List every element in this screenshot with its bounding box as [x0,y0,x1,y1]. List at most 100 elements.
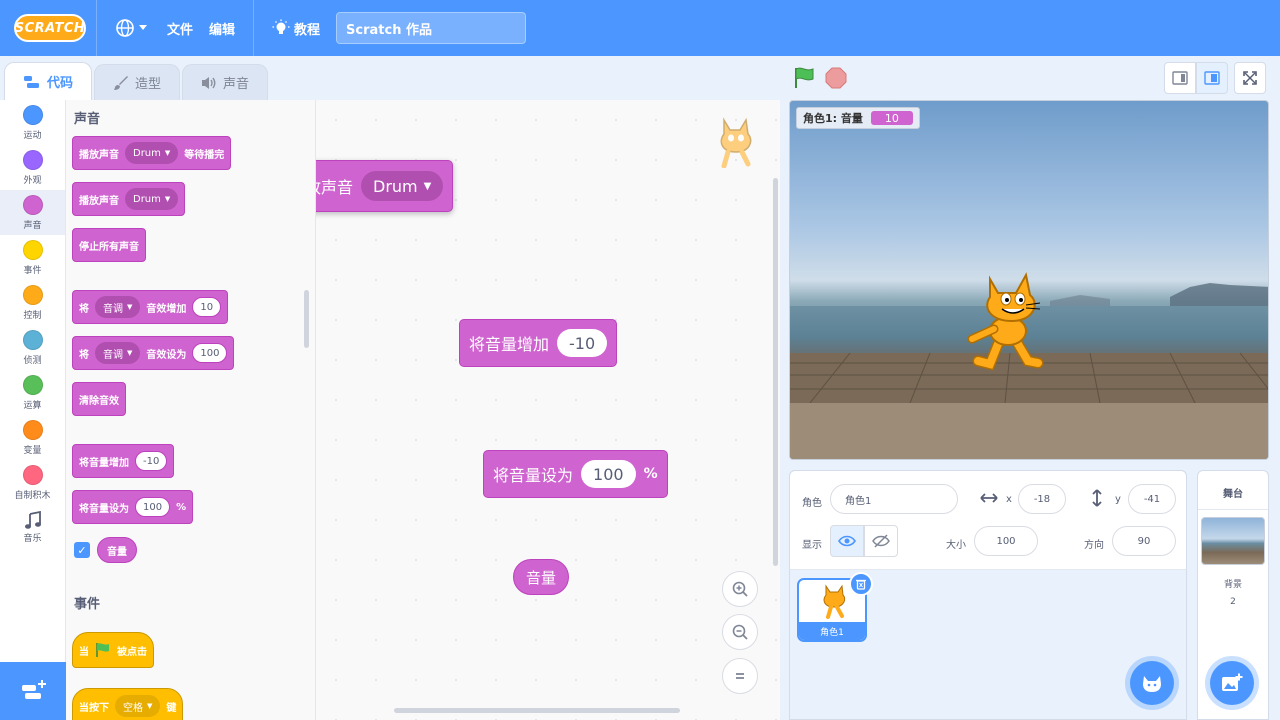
file-menu[interactable]: 文件 [159,0,201,56]
category-dot [22,149,43,170]
code-workspace[interactable]: 播放声音 Drum ▼ 将音量增加 -10 将音量设为 100 % 音量 [316,100,780,720]
category-music[interactable]: 音乐 [0,505,65,550]
number-input[interactable]: 100 [135,497,171,517]
category-operators[interactable]: 运算 [0,370,65,415]
menu-bar: SCRATCH 文件 编辑 教程 Scratch 作品 [0,0,1280,56]
number-input[interactable]: 100 [192,343,228,363]
block-play-sound-until-done[interactable]: 播放声音 Drum ▼ 等待播完 [72,136,232,170]
block-set-effect[interactable]: 将 音调 ▼ 音效设为 100 [72,336,235,370]
zoom-out-button[interactable] [722,614,758,650]
tab-costumes[interactable]: 造型 [94,64,181,100]
add-extension-button[interactable] [0,662,66,720]
dropdown-value: Drum [133,147,161,159]
sound-dropdown[interactable]: Drum ▼ [125,188,179,210]
fullscreen-button[interactable] [1234,62,1266,94]
block-text: 播放声音 [316,178,354,197]
reporter-volume[interactable]: 音量 [97,537,137,563]
tutorials-menu[interactable]: 教程 [264,0,328,56]
hide-sprite-button[interactable] [864,525,898,557]
stage-selector-divider [1198,509,1268,510]
show-sprite-button[interactable] [830,525,864,557]
category-sound[interactable]: 声音 [0,190,65,235]
cat-add-icon [1143,676,1161,692]
tab-code[interactable]: 代码 [4,62,93,100]
sprite-name-input[interactable]: 角色1 [830,484,958,514]
category-sensing[interactable]: 侦测 [0,325,65,370]
delete-sprite-button[interactable] [849,572,873,596]
category-my-blocks[interactable]: 自制积木 [0,460,65,505]
block-stop-all-sounds[interactable]: 停止所有声音 [72,228,146,262]
caret-down-icon: ▼ [127,303,133,311]
sound-dropdown[interactable]: Drum ▼ [125,142,179,164]
dropdown-value: 音调 [103,349,123,361]
number-input[interactable]: 100 [581,460,636,488]
number-input[interactable]: -10 [557,329,608,357]
stop-icon[interactable] [824,66,848,90]
green-flag-icon[interactable] [792,66,816,90]
category-events[interactable]: 事件 [0,235,65,280]
lightbulb-icon [272,19,290,34]
x-input[interactable]: -18 [1018,484,1066,514]
sound-dropdown[interactable]: Drum ▼ [361,171,444,201]
edit-menu[interactable]: 编辑 [201,0,243,56]
workspace-reporter-volume[interactable]: 音量 [513,559,570,595]
number-input[interactable]: 10 [192,297,222,317]
menu-divider [253,0,255,56]
backdrop-thumbnail[interactable] [1201,517,1265,565]
number-input[interactable]: -10 [135,451,168,471]
caret-down-icon: ▼ [127,349,133,357]
direction-input[interactable]: 90 [1112,526,1176,556]
category-dot [22,284,43,305]
y-input[interactable]: -41 [1128,484,1176,514]
block-start-sound[interactable]: 播放声音 Drum ▼ [72,182,186,216]
block-clear-effects[interactable]: 清除音效 [72,382,126,416]
size-input[interactable]: 100 [974,526,1038,556]
block-set-volume[interactable]: 将音量设为 100 % [72,490,194,524]
workspace-horizontal-scrollbar[interactable] [394,708,680,713]
workspace-block-set-volume[interactable]: 将音量设为 100 % [483,450,668,498]
category-control[interactable]: 控制 [0,280,65,325]
eye-slash-icon [872,534,890,548]
category-variables[interactable]: 变量 [0,415,65,460]
scratch-logo[interactable]: SCRATCH [14,14,86,42]
stage-canvas[interactable]: 角色1: 音量 10 [789,100,1269,460]
zoom-in-button[interactable] [722,571,758,607]
block-change-volume[interactable]: 将音量增加 -10 [72,444,175,478]
block-text: 键 [166,702,177,714]
category-label: 运算 [23,400,42,411]
choose-backdrop-button[interactable] [1210,661,1254,705]
category-dot [22,464,43,485]
workspace-block-start-sound[interactable]: 播放声音 Drum ▼ [316,160,454,212]
effect-dropdown[interactable]: 音调 ▼ [95,342,141,364]
effect-dropdown[interactable]: 音调 ▼ [95,296,141,318]
choose-sprite-button[interactable] [1130,661,1174,705]
zoom-reset-button[interactable] [722,658,758,694]
horizontal-arrows-icon [980,493,998,503]
backdrops-count: 2 [1230,597,1236,607]
workspace-vertical-scrollbar[interactable] [773,178,778,566]
tab-code-label: 代码 [47,76,74,91]
workspace-block-change-volume[interactable]: 将音量增加 -10 [459,319,618,367]
block-text: 将 [79,349,89,361]
category-menu: 运动 外观 声音 事件 控制 侦测 运算 变量 自制积木 音乐 [0,100,66,662]
caret-down-icon [139,25,147,30]
block-when-key-pressed[interactable]: 当按下 空格 ▼ 键 [72,688,184,720]
small-stage-button[interactable] [1164,62,1196,94]
category-looks[interactable]: 外观 [0,145,65,190]
menu-divider [96,0,97,56]
key-dropdown[interactable]: 空格 ▼ [115,695,161,717]
project-title-input[interactable]: Scratch 作品 [336,12,527,44]
block-text: 将音量增加 [79,457,129,469]
block-change-effect[interactable]: 将 音调 ▼ 音效增加 10 [72,290,229,324]
category-motion[interactable]: 运动 [0,100,65,145]
block-when-flag-clicked[interactable]: 当 被点击 [72,632,154,668]
cat-sprite[interactable] [960,269,1060,379]
cat-thumbnail-icon [823,584,846,619]
palette-scrollbar[interactable] [304,290,309,348]
language-menu[interactable] [107,0,159,56]
tab-sounds[interactable]: 声音 [182,64,269,100]
normal-stage-button[interactable] [1196,62,1228,94]
volume-monitor-checkbox[interactable]: ✓ [74,542,90,558]
speaker-icon [202,76,216,89]
volume-monitor[interactable]: 角色1: 音量 10 [796,107,920,129]
